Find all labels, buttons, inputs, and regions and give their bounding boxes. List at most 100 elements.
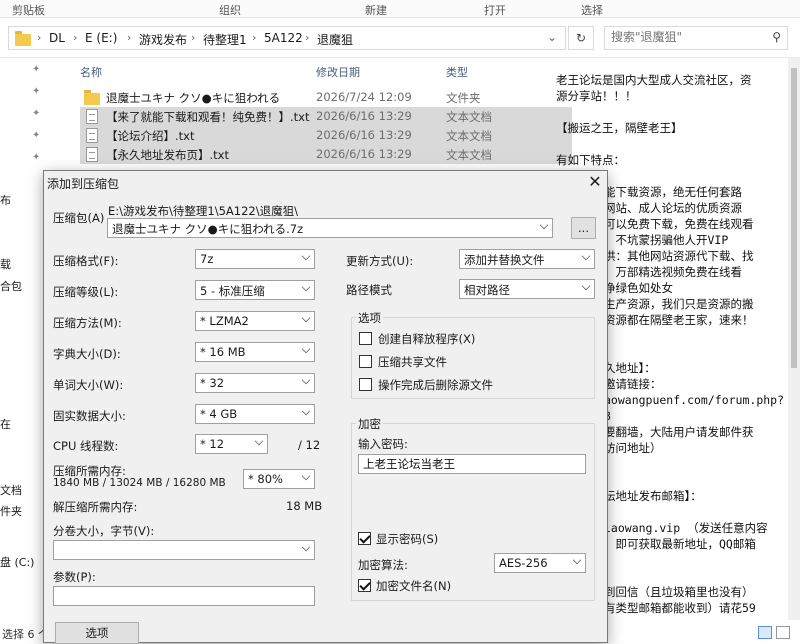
split-select[interactable] <box>53 540 315 560</box>
show-password-checkbox[interactable] <box>358 532 371 545</box>
breadcrumb-current[interactable]: 退魔狙 <box>317 31 353 48</box>
encrypt-names-checkbox[interactable] <box>358 579 371 592</box>
sfx-label[interactable]: 创建自释放程序(X) <box>378 331 475 347</box>
word-select[interactable]: * 32 <box>195 373 315 393</box>
chevron-right-icon[interactable]: › <box>73 31 77 44</box>
level-label: 压缩等级(L): <box>53 285 119 299</box>
update-select[interactable]: 添加并替换文件 <box>459 249 595 269</box>
show-password-label[interactable]: 显示密码(S) <box>376 531 438 547</box>
chevron-down-icon <box>581 251 591 261</box>
nav-item[interactable]: 合包 <box>0 278 22 294</box>
address-bar: › DL › E (E:) › 游戏发布 › 待整理1 › 5A122 › 退魔… <box>0 18 800 58</box>
large-icons-view-icon[interactable] <box>776 626 790 639</box>
breadcrumb-5a122[interactable]: 5A122 <box>264 31 303 45</box>
nav-item[interactable]: 载 <box>0 256 11 272</box>
solid-select[interactable]: * 4 GB <box>195 404 315 424</box>
chevron-down-icon[interactable] <box>539 220 549 230</box>
chevron-right-icon[interactable]: › <box>191 31 195 44</box>
selection-count: 选择 6 个 <box>2 628 49 641</box>
encryption-group: 加密 输入密码: 显示密码(S) 加密算法: AES-256 加密文件名(N) <box>351 416 595 601</box>
breadcrumb-dl[interactable]: DL <box>49 31 65 45</box>
pin-icon[interactable]: ✦ <box>32 108 40 119</box>
pin-icon[interactable]: ✦ <box>32 152 40 163</box>
file-row[interactable]: 【论坛介绍】.txt 2026/6/16 13:29 文本文档 <box>80 126 572 145</box>
encrypt-names-label[interactable]: 加密文件名(N) <box>376 578 451 594</box>
pin-icon[interactable]: ✦ <box>32 64 40 75</box>
search-input[interactable] <box>611 30 761 44</box>
chevron-down-icon[interactable]: ⌄ <box>547 30 557 44</box>
file-name: 【永久地址发布页】.txt <box>106 148 229 162</box>
nav-item[interactable]: 件夹 <box>0 503 22 519</box>
pin-icon[interactable]: ✦ <box>32 86 40 97</box>
dict-select[interactable]: * 16 MB <box>195 342 315 362</box>
chevron-right-icon[interactable]: › <box>252 31 256 44</box>
path-mode-select[interactable]: 相对路径 <box>459 279 595 299</box>
ribbon-group-select: 选择 <box>581 4 603 17</box>
browse-button[interactable]: ... <box>571 217 596 239</box>
file-date: 2026/6/16 13:29 <box>316 109 412 123</box>
refresh-button[interactable]: ↻ <box>568 26 594 50</box>
delete-source-label[interactable]: 操作完成后删除源文件 <box>378 377 493 393</box>
preview-line: 坛地址发布邮箱】： <box>604 489 702 503</box>
format-select[interactable]: 7z <box>195 249 315 269</box>
update-label: 更新方式(U): <box>346 254 414 268</box>
chevron-down-icon <box>301 471 311 481</box>
scrollbar-thumb[interactable] <box>791 68 797 368</box>
password-label: 输入密码: <box>358 437 408 451</box>
preview-line: 资源都在隔壁老王家，速来！ <box>604 313 754 327</box>
preview-line: 要翻墙，大陆用户请发邮件获 <box>604 425 754 439</box>
preview-line: 供：其他网站资源代下载、找 <box>604 249 754 263</box>
archive-name: 退魔士ユキナ クソ●キに狙われる.7z <box>112 222 304 236</box>
nav-item[interactable]: 布 <box>0 192 11 208</box>
file-date: 2026/7/24 12:09 <box>316 90 412 104</box>
preview-line: 【搬运之王，隔壁老王】 <box>556 121 683 135</box>
pin-icon[interactable]: ✦ <box>32 130 40 141</box>
method-select[interactable]: * LZMA2 <box>195 311 315 331</box>
file-row[interactable]: 退魔士ユキナ クソ●キに狙われる 2026/7/24 12:09 文件夹 <box>80 88 572 107</box>
password-field[interactable] <box>358 454 586 474</box>
memory-percent-select[interactable]: * 80% <box>243 469 315 489</box>
nav-item[interactable]: 文档 <box>0 482 22 498</box>
params-input[interactable] <box>58 589 292 603</box>
breadcrumb-drive-e[interactable]: E (E:) <box>85 31 117 45</box>
add-to-archive-dialog: 添加到压缩包 ✕ 压缩包(A) E:\游戏发布\待整理1\5A122\退魔狙\ … <box>43 170 608 644</box>
close-icon[interactable]: ✕ <box>584 172 606 192</box>
password-input[interactable] <box>363 457 567 471</box>
encryption-method-select[interactable]: AES-256 <box>494 553 586 573</box>
column-header-date[interactable]: 修改日期 <box>316 64 360 80</box>
search-box[interactable]: ⚲ <box>604 26 788 50</box>
shared-checkbox[interactable] <box>359 355 372 368</box>
chevron-down-icon <box>301 282 311 292</box>
chevron-right-icon[interactable]: › <box>305 31 309 44</box>
preview-line: laowang.vip （发送任意内容 <box>604 521 768 535</box>
chevron-right-icon[interactable]: › <box>37 31 41 44</box>
preview-line: 到回信（且垃圾箱里也没有） <box>604 585 754 599</box>
preview-scrollbar[interactable] <box>788 58 800 620</box>
params-field[interactable] <box>53 586 315 606</box>
memory-value: 1840 MB / 13024 MB / 16280 MB <box>53 477 226 489</box>
details-view-icon[interactable] <box>758 626 772 639</box>
preview-line: 有如下特点： <box>556 153 625 167</box>
breadcrumb-game-release[interactable]: 游戏发布 <box>139 31 187 48</box>
shared-label[interactable]: 压缩共享文件 <box>378 354 447 370</box>
file-row[interactable]: 【来了就能下载和观看！纯免费！】.txt 2026/6/16 13:29 文本文… <box>80 107 572 126</box>
delete-source-checkbox[interactable] <box>359 378 372 391</box>
chevron-right-icon[interactable]: › <box>127 31 131 44</box>
nav-item[interactable]: 在 <box>0 416 11 432</box>
chevron-down-icon <box>301 313 311 323</box>
cpu-select[interactable]: * 12 <box>195 434 268 454</box>
sfx-checkbox[interactable] <box>359 332 372 345</box>
column-header-type[interactable]: 类型 <box>446 64 468 80</box>
file-row[interactable]: 【永久地址发布页】.txt 2026/6/16 13:29 文本文档 <box>80 145 572 164</box>
split-label: 分卷大小，字节(V): <box>53 524 155 538</box>
breadcrumb-pending[interactable]: 待整理1 <box>203 31 247 48</box>
column-header-name[interactable]: 名称 <box>80 64 102 80</box>
folder-icon <box>84 90 100 105</box>
file-name: 退魔士ユキナ クソ●キに狙われる <box>106 91 281 105</box>
archive-name-combo[interactable]: 退魔士ユキナ クソ●キに狙われる.7z <box>107 218 553 238</box>
nav-item-drive-c[interactable]: 盘 (C:) <box>0 554 34 570</box>
options-button[interactable]: 选项 <box>55 622 139 644</box>
level-select[interactable]: 5 - 标准压缩 <box>195 280 315 300</box>
breadcrumb[interactable]: › DL › E (E:) › 游戏发布 › 待整理1 › 5A122 › 退魔… <box>8 26 566 50</box>
cpu-total: / 12 <box>298 438 321 452</box>
